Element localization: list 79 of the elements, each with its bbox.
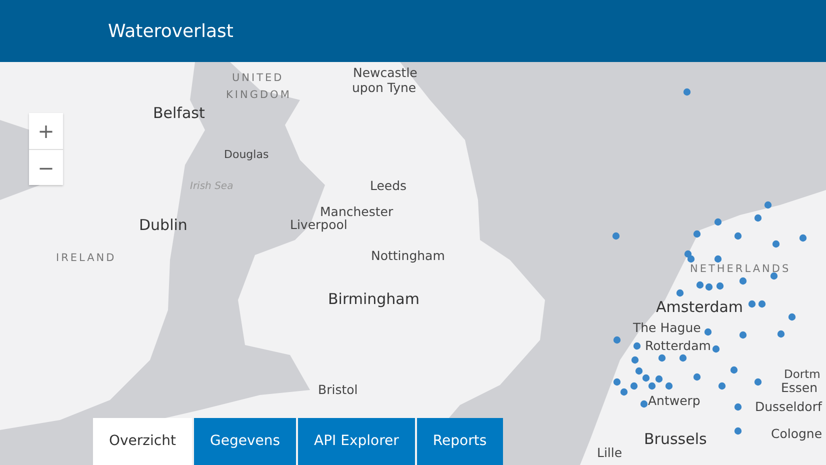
city-label: Manchester xyxy=(320,206,394,218)
city-label: Bristol xyxy=(318,384,358,396)
incident-marker[interactable] xyxy=(635,367,643,375)
city-label: Birmingham xyxy=(328,292,420,307)
incident-marker[interactable] xyxy=(683,88,691,96)
tab[interactable]: Overzicht xyxy=(93,418,192,465)
incident-marker[interactable] xyxy=(739,331,747,339)
incident-marker[interactable] xyxy=(613,336,621,344)
incident-marker[interactable] xyxy=(754,214,762,222)
incident-marker[interactable] xyxy=(718,382,726,390)
incident-marker[interactable] xyxy=(764,201,772,209)
incident-marker[interactable] xyxy=(630,382,638,390)
incident-marker[interactable] xyxy=(648,382,656,390)
city-label: Liverpool xyxy=(290,219,348,232)
incident-marker[interactable] xyxy=(693,373,701,381)
incident-marker[interactable] xyxy=(712,345,720,353)
incident-marker[interactable] xyxy=(772,240,780,248)
incident-marker[interactable] xyxy=(704,328,712,336)
incident-marker[interactable] xyxy=(716,282,724,290)
zoom-in-button[interactable]: + xyxy=(29,113,63,149)
city-label: Nottingham xyxy=(371,250,445,262)
tab[interactable]: Reports xyxy=(416,418,503,465)
incident-marker[interactable] xyxy=(748,300,756,308)
city-label: Dublin xyxy=(139,218,188,233)
incident-marker[interactable] xyxy=(734,427,742,435)
city-label: Brussels xyxy=(644,432,707,447)
incident-marker[interactable] xyxy=(714,218,722,226)
incident-marker[interactable] xyxy=(799,234,807,242)
city-label: Lille xyxy=(597,447,622,460)
sea-label: Irish Sea xyxy=(190,182,234,192)
incident-marker[interactable] xyxy=(770,272,778,280)
city-label: Amsterdam xyxy=(656,300,744,315)
incident-marker[interactable] xyxy=(734,403,742,411)
city-label: upon Tyne xyxy=(352,82,416,94)
tab[interactable]: API Explorer xyxy=(298,418,415,465)
country-label: UNITED xyxy=(232,73,284,84)
incident-marker[interactable] xyxy=(613,378,621,386)
incident-marker[interactable] xyxy=(658,354,666,362)
incident-marker[interactable] xyxy=(693,230,701,238)
city-label: Essen xyxy=(781,382,818,394)
incident-marker[interactable] xyxy=(640,400,648,408)
country-label: IRELAND xyxy=(56,253,116,264)
incident-marker[interactable] xyxy=(676,289,684,297)
incident-marker[interactable] xyxy=(633,342,641,350)
tab[interactable]: Gegevens xyxy=(194,418,296,465)
incident-marker[interactable] xyxy=(777,330,785,338)
city-label: Antwerp xyxy=(648,395,700,408)
city-label: Newcastle xyxy=(353,67,418,80)
incident-marker[interactable] xyxy=(684,250,692,258)
incident-marker[interactable] xyxy=(754,378,762,386)
city-label: Rotterdam xyxy=(645,340,711,352)
incident-marker[interactable] xyxy=(642,374,650,382)
incident-marker[interactable] xyxy=(758,300,766,308)
incident-marker[interactable] xyxy=(730,366,738,374)
incident-marker[interactable] xyxy=(739,277,747,285)
incident-marker[interactable] xyxy=(679,354,687,362)
incident-marker[interactable] xyxy=(655,375,663,383)
country-label: NETHERLANDS xyxy=(690,264,791,274)
app-title: Wateroverlast xyxy=(108,20,234,44)
incident-marker[interactable] xyxy=(631,356,639,364)
incident-marker[interactable] xyxy=(620,388,628,396)
city-label: Douglas xyxy=(224,149,269,160)
zoom-out-button[interactable]: − xyxy=(29,149,63,185)
incident-marker[interactable] xyxy=(696,281,704,289)
incident-marker[interactable] xyxy=(788,313,796,321)
city-label: Dusseldorf xyxy=(755,401,822,414)
map[interactable] xyxy=(0,62,826,465)
city-label: The Hague xyxy=(633,322,701,334)
incident-marker[interactable] xyxy=(734,232,742,240)
incident-marker[interactable] xyxy=(705,283,713,291)
city-label: Dortm xyxy=(784,369,820,380)
incident-marker[interactable] xyxy=(665,382,673,390)
incident-marker[interactable] xyxy=(612,232,620,240)
city-label: Leeds xyxy=(370,180,407,192)
city-label: Cologne xyxy=(771,428,822,440)
city-label: Belfast xyxy=(153,106,205,121)
incident-marker[interactable] xyxy=(687,255,695,263)
country-label: KINGDOM xyxy=(226,90,292,100)
incident-marker[interactable] xyxy=(714,255,722,263)
